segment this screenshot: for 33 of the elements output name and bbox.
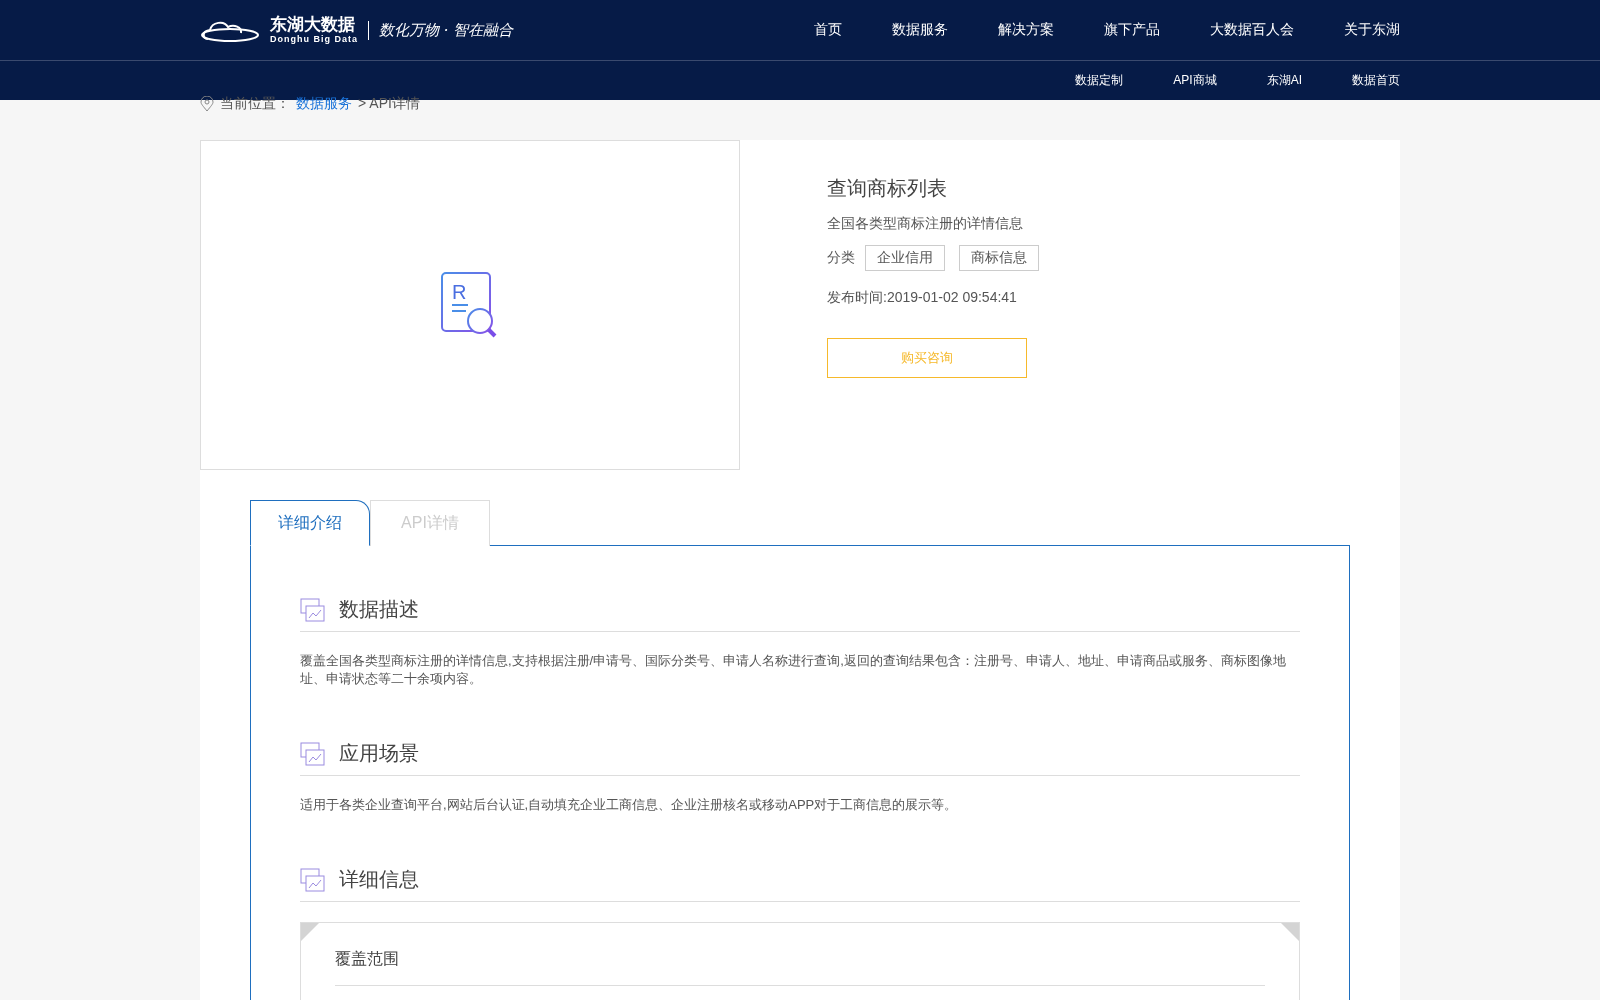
chart-icon (300, 597, 325, 622)
brand-name: 东湖大数据 (270, 16, 356, 34)
nav-link[interactable]: 旗下产品 (1104, 21, 1160, 39)
nav-link[interactable]: 关于东湖 (1344, 21, 1400, 39)
nav-link[interactable]: 大数据百人会 (1210, 21, 1294, 39)
tab[interactable]: 详细介绍 (250, 500, 370, 546)
breadcrumb-link[interactable]: 数据服务 (296, 95, 352, 113)
brand-subtitle: Donghu Big Data (270, 34, 358, 44)
publish-time: 发布时间:2019-01-02 09:54:41 (827, 289, 1017, 307)
section-title: 详细信息 (339, 867, 419, 892)
category-tag: 商标信息 (959, 245, 1039, 271)
nav-link[interactable]: 解决方案 (998, 21, 1054, 39)
subnav-link[interactable]: 数据定制 (1075, 72, 1124, 89)
chart-icon (300, 741, 325, 766)
nav-link[interactable]: 首页 (814, 21, 842, 39)
category-label: 分类 (827, 249, 855, 267)
section-title: 数据描述 (339, 597, 419, 622)
chart-icon (300, 867, 325, 892)
product-description: 全国各类型商标注册的详情信息 (827, 215, 1023, 233)
card-title: 覆盖范围 (335, 949, 1265, 986)
section-title: 应用场景 (339, 741, 419, 766)
breadcrumb-label: 当前位置： (220, 95, 290, 113)
section-text: 适用于各类企业查询平台,网站后台认证,自动填充企业工商信息、企业注册核名或移动APP对于工商信息的展示等。 (300, 796, 959, 814)
location-pin-icon (200, 96, 214, 112)
subnav-link[interactable]: API商城 (1173, 72, 1217, 89)
slogan: 数化万物 · 智在融合 (368, 20, 514, 40)
product-title: 查询商标列表 (827, 176, 947, 201)
subnav-link[interactable]: 数据首页 (1352, 72, 1400, 89)
category-tag: 企业信用 (865, 245, 945, 271)
breadcrumb-current: > API详情 (358, 95, 420, 113)
section-text: 覆盖全国各类型商标注册的详情信息,支持根据注册/申请号、国际分类号、申请人名称进行查询,返回的查询结果包含：注册号、申请人、地址、申请商品或服务、商标图像地址、申请状态等二十余项内容。 (300, 652, 1287, 688)
nav-link[interactable]: 数据服务 (892, 21, 948, 39)
subnav-link[interactable]: 东湖AI (1266, 72, 1302, 89)
